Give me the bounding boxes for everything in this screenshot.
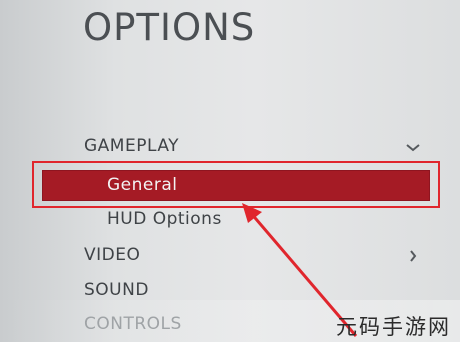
options-screen: OPTIONS GAMEPLAY General HUD Options VID… — [0, 0, 460, 342]
watermark-text: 元码手游网 — [336, 315, 451, 339]
annotation-arrow-icon — [242, 203, 358, 337]
